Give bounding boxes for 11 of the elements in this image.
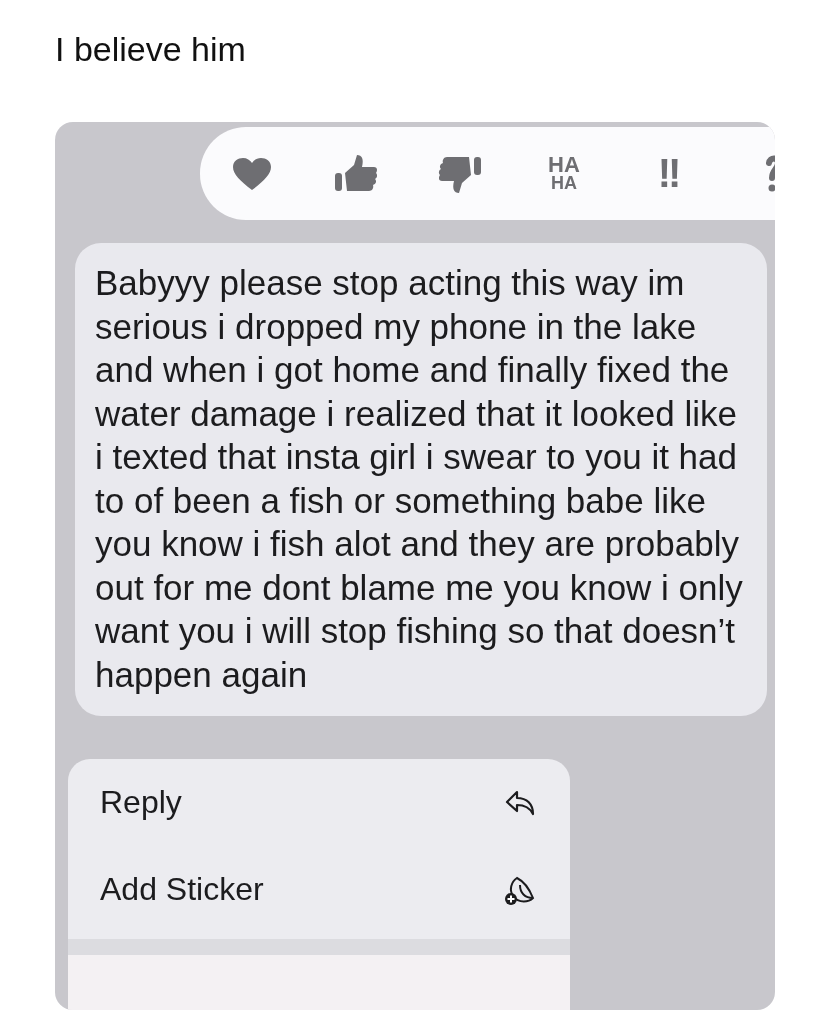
menu-item[interactable]: Reply xyxy=(68,759,570,846)
post-caption: I believe him xyxy=(54,29,247,60)
heart-icon[interactable] xyxy=(232,156,272,191)
menu-item[interactable]: Add Sticker xyxy=(68,846,570,933)
menu-item-label: Add Sticker xyxy=(100,871,264,908)
reply-icon xyxy=(505,789,535,816)
haha-reaction[interactable]: HA HA xyxy=(548,154,580,193)
message-text: Babyyy please stop acting this way im serious i dropped my phone in the lake and when i got home and finally fixed the water damage i realized that it looked like i texted that insta girl i swear to you it had to of been a fish or something babe like you know i fish alot and they are probably out for me dont blame me you know i only want you i will stop fishing so that doesn’t happen again xyxy=(95,262,744,696)
menu-item-label: Reply xyxy=(100,784,182,821)
question-mark-icon[interactable] xyxy=(766,153,775,194)
emphasis-reaction[interactable]: !! xyxy=(657,151,679,196)
